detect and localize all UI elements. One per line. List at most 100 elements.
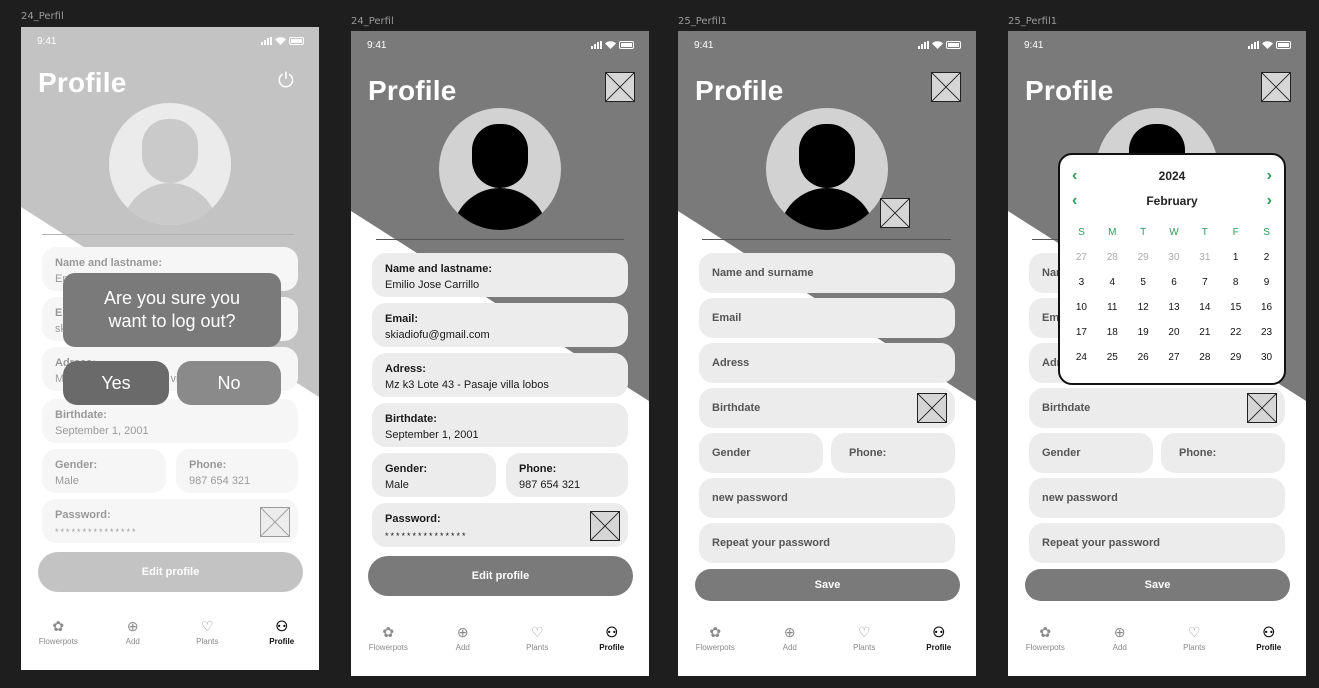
calendar-day[interactable]: 27 [1159,350,1190,366]
calendar-day[interactable]: 4 [1097,275,1128,291]
new-password-input[interactable]: new password [699,478,955,518]
weekday-header: M [1108,227,1117,238]
yes-button[interactable]: Yes [63,361,169,405]
calendar-day[interactable]: 18 [1097,325,1128,341]
calendar-day[interactable]: 24 [1066,350,1097,366]
gender-input[interactable]: Gender [1029,433,1153,473]
birthdate-placeholder: Birthdate [1042,402,1091,414]
calendar-day[interactable]: 20 [1159,325,1190,341]
tab-add[interactable]: ⊕ Add [760,624,820,652]
calendar-day[interactable]: 27 [1066,250,1097,266]
logout-placeholder-icon[interactable] [605,72,635,102]
calendar-icon[interactable] [917,393,947,423]
status-time: 9:41 [367,39,387,51]
calendar-day[interactable]: 14 [1189,300,1220,316]
phone-input[interactable]: Phone: [831,433,955,473]
tab-plants[interactable]: ♡ Plants [834,624,894,652]
calendar-day[interactable]: 26 [1128,350,1159,366]
calendar-day[interactable]: 11 [1097,300,1128,316]
tab-flowerpots[interactable]: ✿ Flowerpots [685,624,745,652]
page-title: Profile [1025,75,1114,106]
gender-input[interactable]: Gender [699,433,823,473]
calendar-day[interactable]: 5 [1128,275,1159,291]
gender-placeholder: Gender [712,447,751,459]
edit-profile-button[interactable]: Edit profile [368,556,633,596]
tab-flowerpots[interactable]: ✿ Flowerpots [28,618,88,646]
birthdate-input[interactable]: Birthdate [699,388,955,428]
calendar-icon[interactable] [1247,393,1277,423]
phone-label: Phone: [519,463,557,475]
calendar-day[interactable]: 3 [1066,275,1097,291]
calendar-day[interactable]: 31 [1189,250,1220,266]
password-field: Password: *************** [372,503,628,547]
save-button[interactable]: Save [695,569,960,601]
status-time: 9:41 [1024,39,1044,51]
calendar-day[interactable]: 17 [1066,325,1097,341]
prev-month-chevron-icon[interactable]: ‹ [1072,192,1077,210]
calendar-day[interactable]: 8 [1220,275,1251,291]
tab-add[interactable]: ⊕ Add [103,618,163,646]
calendar-day[interactable]: 25 [1097,350,1128,366]
tab-profile[interactable]: ⚇ Profile [582,624,642,652]
next-month-chevron-icon[interactable]: › [1267,192,1272,210]
calendar-day[interactable]: 9 [1251,275,1282,291]
calendar-day[interactable]: 28 [1189,350,1220,366]
calendar-day[interactable]: 30 [1159,250,1190,266]
name-input[interactable]: Name and surname [699,253,955,293]
calendar-day[interactable]: 15 [1220,300,1251,316]
tab-plants[interactable]: ♡ Plants [177,618,237,646]
password-toggle-icon[interactable] [590,511,620,541]
tab-plants[interactable]: ♡ Plants [1164,624,1224,652]
calendar-day[interactable]: 12 [1128,300,1159,316]
next-year-chevron-icon[interactable]: › [1267,167,1272,185]
calendar-day[interactable]: 29 [1220,350,1251,366]
calendar-day[interactable]: 10 [1066,300,1097,316]
calendar-day[interactable]: 6 [1159,275,1190,291]
frame-label-3: 25_Perfil1 [678,16,728,27]
tab-profile[interactable]: ⚇ Profile [909,624,969,652]
prev-year-chevron-icon[interactable]: ‹ [1072,167,1077,185]
tab-label-add: Add [1112,643,1127,652]
new-password-input[interactable]: new password [1029,478,1285,518]
tab-plants[interactable]: ♡ Plants [507,624,567,652]
calendar-day[interactable]: 22 [1220,325,1251,341]
calendar-year: 2024 [1158,169,1186,183]
tab-flowerpots[interactable]: ✿ Flowerpots [1015,624,1075,652]
calendar-day[interactable]: 30 [1251,350,1282,366]
calendar-day[interactable]: 21 [1189,325,1220,341]
gender-field: Gender: Male [372,453,496,497]
tab-label-profile: Profile [1256,643,1282,652]
calendar-day[interactable]: 16 [1251,300,1282,316]
address-input[interactable]: Adress [699,343,955,383]
calendar-day[interactable]: 28 [1097,250,1128,266]
email-input[interactable]: Email [699,298,955,338]
frame-label-1: 24_Perfil [21,11,64,22]
calendar-day[interactable]: 13 [1159,300,1190,316]
tab-flowerpots[interactable]: ✿ Flowerpots [358,624,418,652]
calendar-day[interactable]: 19 [1128,325,1159,341]
repeat-password-input[interactable]: Repeat your password [1029,523,1285,563]
calendar-day[interactable]: 1 [1220,250,1251,266]
phone-input[interactable]: Phone: [1161,433,1285,473]
change-photo-icon[interactable] [880,198,910,228]
calendar-day[interactable]: 7 [1189,275,1220,291]
no-button[interactable]: No [177,361,281,405]
tab-add[interactable]: ⊕ Add [1090,624,1150,652]
tab-label-flowerpots: Flowerpots [1025,643,1065,652]
logout-placeholder-icon[interactable] [1261,72,1291,102]
calendar-day[interactable]: 2 [1251,250,1282,266]
tab-add[interactable]: ⊕ Add [433,624,493,652]
logout-placeholder-icon[interactable] [931,72,961,102]
calendar-day[interactable]: 23 [1251,325,1282,341]
calendar-day[interactable]: 29 [1128,250,1159,266]
tab-label-flowerpots: Flowerpots [38,637,78,646]
save-button[interactable]: Save [1025,569,1290,601]
birthdate-input[interactable]: Birthdate [1029,388,1285,428]
email-value: skiadiofu@gmail.com [385,329,490,341]
weekday-header: T [1140,227,1147,238]
tab-profile[interactable]: ⚇ Profile [252,618,312,646]
signal-icon [591,41,602,49]
repeat-password-input[interactable]: Repeat your password [699,523,955,563]
tab-profile[interactable]: ⚇ Profile [1239,624,1299,652]
wifi-icon [605,41,616,49]
